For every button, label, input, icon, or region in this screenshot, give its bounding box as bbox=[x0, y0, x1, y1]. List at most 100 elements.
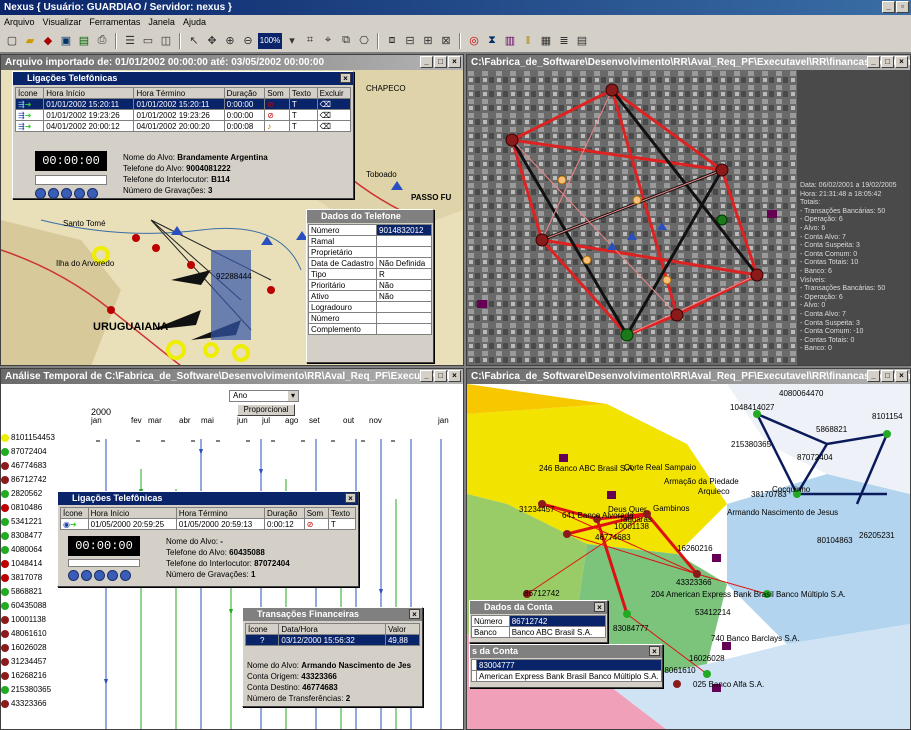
list-item[interactable]: 215380365 bbox=[1, 685, 51, 694]
menu-visualizar[interactable]: Visualizar bbox=[43, 15, 82, 29]
close-button[interactable]: × bbox=[340, 73, 351, 83]
print-icon[interactable]: ⎙ bbox=[94, 33, 110, 49]
restore-button[interactable]: ▫ bbox=[896, 1, 909, 13]
close-button[interactable]: × bbox=[895, 370, 908, 382]
pan-icon[interactable]: ✥ bbox=[204, 33, 220, 49]
zoom-select[interactable]: 100% bbox=[258, 32, 282, 49]
maximize-button[interactable]: □ bbox=[434, 56, 447, 68]
list-item[interactable]: 4080064 bbox=[1, 545, 42, 554]
field-value[interactable]: American Express Bank Brasil Banco Múlti… bbox=[476, 670, 662, 682]
close-button[interactable]: × bbox=[448, 56, 461, 68]
stop-icon[interactable] bbox=[74, 188, 85, 199]
field-value[interactable]: 86712742 bbox=[508, 615, 607, 627]
close-button[interactable]: × bbox=[345, 493, 356, 503]
menu-ferramentas[interactable]: Ferramentas bbox=[89, 15, 140, 29]
measure-icon[interactable]: ⌖ bbox=[320, 33, 336, 49]
list-item[interactable]: 2820562 bbox=[1, 489, 42, 498]
rewind-icon[interactable] bbox=[68, 570, 79, 581]
list-item[interactable]: 16026028 bbox=[1, 643, 47, 652]
proportional-button[interactable]: Proporcional bbox=[237, 404, 295, 416]
close-button[interactable]: × bbox=[409, 609, 420, 619]
list-icon[interactable]: ▭ bbox=[140, 33, 156, 49]
field-value[interactable]: Banco ABC Brasil S.A. bbox=[508, 626, 607, 638]
pause-icon[interactable] bbox=[61, 188, 72, 199]
menu-janela[interactable]: Janela bbox=[148, 15, 175, 29]
forward-icon[interactable] bbox=[120, 570, 131, 581]
grid-icon[interactable]: ▦ bbox=[538, 33, 554, 49]
table-row[interactable]: ⇶➜ 01/01/2002 15:20:11 01/01/2002 15:20:11… bbox=[14, 98, 352, 110]
field-value[interactable]: 83004777 bbox=[476, 659, 662, 671]
field-value[interactable] bbox=[376, 301, 432, 313]
progress-slider[interactable] bbox=[68, 559, 140, 567]
table-row[interactable]: ◉➜ 01/05/2000 20:59:25 01/05/2000 20:59:13… bbox=[60, 518, 357, 530]
menu-arquivo[interactable]: Arquivo bbox=[4, 15, 35, 29]
list-item[interactable]: 60435088 bbox=[1, 601, 47, 610]
list-item[interactable]: 1048414 bbox=[1, 559, 42, 568]
field-value[interactable]: Não bbox=[376, 290, 432, 302]
forward-icon[interactable] bbox=[87, 188, 98, 199]
dropdown-icon[interactable]: ▾ bbox=[284, 33, 300, 49]
pause-icon[interactable] bbox=[94, 570, 105, 581]
bars-icon[interactable]: ‖ bbox=[520, 33, 536, 49]
export-icon[interactable]: ▤ bbox=[76, 33, 92, 49]
list-item[interactable]: 0810486 bbox=[1, 503, 42, 512]
open-folder-icon[interactable]: ▰ bbox=[22, 33, 38, 49]
rewind-icon[interactable] bbox=[35, 188, 46, 199]
sound-icon[interactable]: ⊘ bbox=[264, 109, 290, 121]
list-item[interactable]: 8308477 bbox=[1, 531, 42, 540]
unit-select[interactable]: Ano ▾ bbox=[229, 390, 299, 402]
cascade-icon[interactable]: ⧈ bbox=[384, 33, 400, 49]
fit-icon[interactable]: ⌗ bbox=[302, 33, 318, 49]
field-value[interactable]: 9014832012 bbox=[376, 224, 432, 236]
maximize-button[interactable]: □ bbox=[881, 370, 894, 382]
maximize-button[interactable]: □ bbox=[881, 56, 894, 68]
field-value[interactable]: Não bbox=[376, 279, 432, 291]
field-value[interactable]: Não Definida bbox=[376, 257, 432, 269]
text-icon[interactable]: T bbox=[288, 120, 318, 132]
minimize-button[interactable]: _ bbox=[867, 56, 880, 68]
speaker-icon[interactable]: ♪ bbox=[264, 120, 290, 132]
table-row[interactable]: ⇶➜ 04/01/2002 20:00:12 04/01/2002 20:00:20… bbox=[14, 120, 352, 132]
stop-icon[interactable] bbox=[107, 570, 118, 581]
list-item[interactable]: 48061610 bbox=[1, 629, 47, 638]
maximize-button[interactable]: □ bbox=[434, 370, 447, 382]
tile-v-icon[interactable]: ⊞ bbox=[420, 33, 436, 49]
aerial-graph-canvas[interactable] bbox=[467, 70, 797, 366]
zoom-out-icon[interactable]: ⊖ bbox=[240, 33, 256, 49]
text-icon[interactable]: T bbox=[327, 518, 357, 530]
list-item[interactable]: 31234457 bbox=[1, 657, 47, 666]
field-value[interactable] bbox=[376, 246, 432, 258]
play-icon[interactable] bbox=[81, 570, 92, 581]
filter-icon[interactable]: ⧗ bbox=[484, 33, 500, 49]
save-icon[interactable]: ▣ bbox=[58, 33, 74, 49]
field-value[interactable] bbox=[376, 235, 432, 247]
tile-h-icon[interactable]: ⊟ bbox=[402, 33, 418, 49]
minimize-button[interactable]: _ bbox=[882, 1, 895, 13]
field-value[interactable] bbox=[376, 323, 432, 335]
table-icon[interactable]: ▤ bbox=[574, 33, 590, 49]
sound-icon[interactable]: ⊘ bbox=[264, 98, 290, 110]
list-item[interactable]: 8101154453 bbox=[1, 433, 55, 442]
bank-icon[interactable]: ▥ bbox=[502, 33, 518, 49]
arrange-icon[interactable]: ⊠ bbox=[438, 33, 454, 49]
close-button[interactable]: × bbox=[448, 370, 461, 382]
list-item[interactable]: 86712742 bbox=[1, 475, 47, 484]
minimize-button[interactable]: _ bbox=[420, 370, 433, 382]
close-button[interactable]: × bbox=[594, 602, 605, 612]
close-button[interactable]: × bbox=[895, 56, 908, 68]
minimize-button[interactable]: _ bbox=[420, 56, 433, 68]
import-icon[interactable]: ◆ bbox=[40, 33, 56, 49]
chart-icon[interactable]: ≣ bbox=[556, 33, 572, 49]
delete-icon[interactable]: ⌫ bbox=[316, 109, 352, 121]
layer-icon[interactable]: ⧉ bbox=[338, 33, 354, 49]
graph-icon[interactable]: ⎔ bbox=[356, 33, 372, 49]
delete-icon[interactable]: ⌫ bbox=[316, 120, 352, 132]
zoom-in-icon[interactable]: ⊕ bbox=[222, 33, 238, 49]
list-item[interactable]: 46774683 bbox=[1, 461, 47, 470]
list-item[interactable]: 3817078 bbox=[1, 573, 42, 582]
pointer-icon[interactable]: ↖ bbox=[186, 33, 202, 49]
window-icon[interactable]: ◫ bbox=[158, 33, 174, 49]
play-icon[interactable] bbox=[48, 188, 59, 199]
text-icon[interactable]: T bbox=[288, 109, 318, 121]
delete-icon[interactable]: ⌫ bbox=[316, 98, 352, 110]
